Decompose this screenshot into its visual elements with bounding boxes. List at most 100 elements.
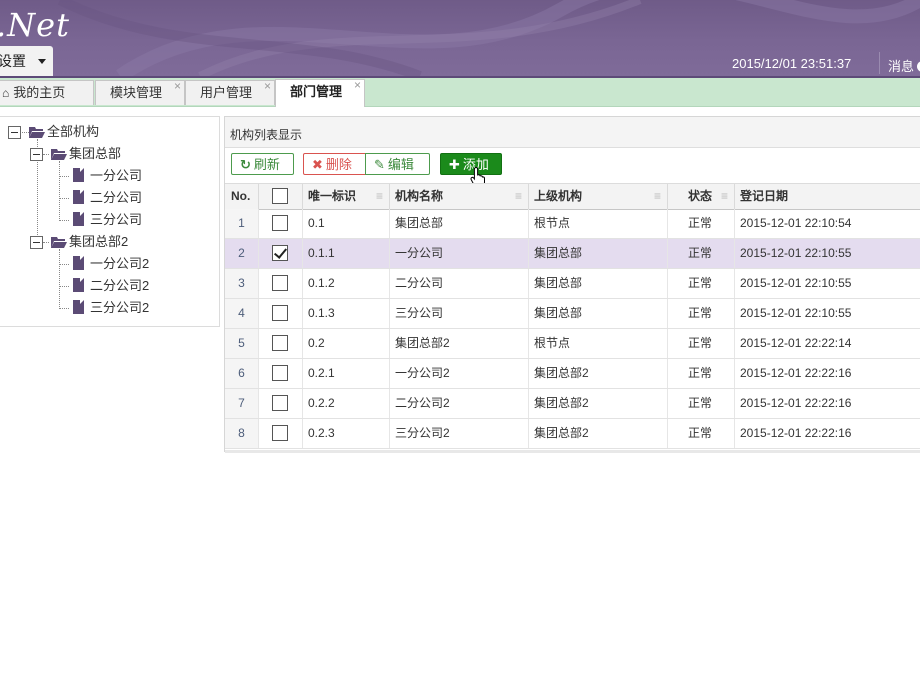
tree-node-leaf[interactable]: 一分公司 [90,166,142,186]
row-checkbox[interactable] [272,395,288,411]
tree-connector [43,154,49,155]
button-label: 编辑 [387,157,414,172]
caret-down-icon [38,59,46,64]
cell-no: 2 [225,239,259,268]
table-row[interactable]: 1 0.1 集团总部 根节点 正常 2015-12-01 22:10:54 [225,209,920,239]
cell-id: 0.1.2 [303,269,390,298]
collapse-icon[interactable] [30,148,43,161]
tab-label: 模块管理 [110,85,163,100]
close-icon[interactable]: × [174,74,181,98]
column-label: 机构名称 [395,189,444,203]
row-checkbox[interactable] [272,335,288,351]
edit-button[interactable]: ✎ 编辑 [365,153,430,175]
file-icon [73,278,84,292]
cell-parent: 集团总部2 [529,419,668,448]
cell-select [259,269,303,298]
cell-id: 0.1 [303,209,390,238]
row-checkbox[interactable] [272,425,288,441]
settings-label: 设置 [0,53,26,69]
settings-dropdown[interactable]: 设置 [0,46,53,76]
collapse-icon[interactable] [8,126,21,139]
delete-button[interactable]: ✖ 删除 [303,153,366,175]
tree-node-root[interactable]: 全部机构 [47,122,99,142]
cell-name: 二分公司2 [390,389,529,418]
row-checkbox[interactable] [272,275,288,291]
column-header-name[interactable]: 机构名称 ≡ [390,184,529,209]
column-menu-icon[interactable]: ≡ [654,184,661,209]
close-icon[interactable]: × [264,74,271,98]
cell-name: 二分公司 [390,269,529,298]
table-row[interactable]: 8 0.2.3 三分公司2 集团总部2 正常 2015-12-01 22:22:16 [225,419,920,449]
column-menu-icon[interactable]: ≡ [721,184,728,209]
folder-open-icon [29,127,45,138]
grid-footer-bar [225,450,920,453]
column-header-status[interactable]: 状态 ≡ [668,184,735,209]
cell-parent: 集团总部 [529,299,668,328]
panel-title: 机构列表显示 [230,128,303,142]
tree-connector [59,176,69,177]
tab-home[interactable]: ⌂ 我的主页 [0,80,94,105]
header-divider [879,52,880,74]
tab-user-management[interactable]: 用户管理 × [185,79,275,105]
cell-parent: 根节点 [529,209,668,238]
tab-department-management[interactable]: 部门管理 × [275,78,365,107]
tree-node-leaf[interactable]: 二分公司 [90,188,142,208]
tree-node-leaf[interactable]: 三分公司2 [90,298,149,318]
refresh-button[interactable]: ↻ 刷新 [231,153,294,175]
file-icon [73,168,84,182]
column-header-parent[interactable]: 上级机构 ≡ [529,184,668,209]
cell-no: 7 [225,389,259,418]
column-header-date[interactable]: 登记日期 [735,184,920,209]
messages-link[interactable]: 消息 [888,56,920,75]
table-row[interactable]: 5 0.2 集团总部2 根节点 正常 2015-12-01 22:22:14 [225,329,920,359]
cell-date: 2015-12-01 22:10:55 [735,269,920,298]
cell-select [259,389,303,418]
cell-date: 2015-12-01 22:10:55 [735,239,920,268]
table-row[interactable]: 3 0.1.2 二分公司 集团总部 正常 2015-12-01 22:10:55 [225,269,920,299]
cell-status: 正常 [668,419,735,448]
column-menu-icon[interactable]: ≡ [376,184,383,209]
tree-node-group[interactable]: 集团总部2 [69,232,128,252]
table-row[interactable]: 4 0.1.3 三分公司 集团总部 正常 2015-12-01 22:10:55 [225,299,920,329]
file-icon [73,190,84,204]
tree-connector [59,249,60,309]
cell-no: 4 [225,299,259,328]
cell-parent: 集团总部 [529,239,668,268]
row-checkbox[interactable] [272,215,288,231]
collapse-icon[interactable] [30,236,43,249]
close-icon[interactable]: × [354,73,361,97]
select-all-checkbox[interactable] [272,188,288,204]
file-icon [73,256,84,270]
cell-id: 0.2.3 [303,419,390,448]
column-header-id[interactable]: 唯一标识 ≡ [303,184,390,209]
tab-module-management[interactable]: 模块管理 × [95,79,185,105]
cell-date: 2015-12-01 22:10:54 [735,209,920,238]
column-menu-icon[interactable]: ≡ [515,184,522,209]
messages-label: 消息 [888,59,915,74]
table-row[interactable]: 6 0.2.1 一分公司2 集团总部2 正常 2015-12-01 22:22:16 [225,359,920,389]
cell-name: 三分公司2 [390,419,529,448]
table-row[interactable]: 2 0.1.1 一分公司 集团总部 正常 2015-12-01 22:10:55 [225,239,920,269]
table-row[interactable]: 7 0.2.2 二分公司2 集团总部2 正常 2015-12-01 22:22:16 [225,389,920,419]
cell-date: 2015-12-01 22:22:14 [735,329,920,358]
button-label: 刷新 [253,157,280,172]
tree-node-leaf[interactable]: 三分公司 [90,210,142,230]
column-header-no: No. [225,184,259,209]
cell-parent: 集团总部 [529,269,668,298]
tree-node-group[interactable]: 集团总部 [69,144,121,164]
row-checkbox[interactable] [272,365,288,381]
tab-bar: ⌂ 我的主页 模块管理 × 用户管理 × 部门管理 × [0,78,920,107]
cell-select [259,239,303,268]
cell-status: 正常 [668,209,735,238]
cell-status: 正常 [668,329,735,358]
cell-id: 0.2.2 [303,389,390,418]
cell-select [259,329,303,358]
tree-node-leaf[interactable]: 一分公司2 [90,254,149,274]
app-logo: .Net [0,6,70,44]
tree-connector [59,286,69,287]
column-label: 上级机构 [534,189,583,203]
tree-node-leaf[interactable]: 二分公司2 [90,276,149,296]
row-checkbox[interactable] [272,245,288,261]
tree-connector [59,198,69,199]
row-checkbox[interactable] [272,305,288,321]
